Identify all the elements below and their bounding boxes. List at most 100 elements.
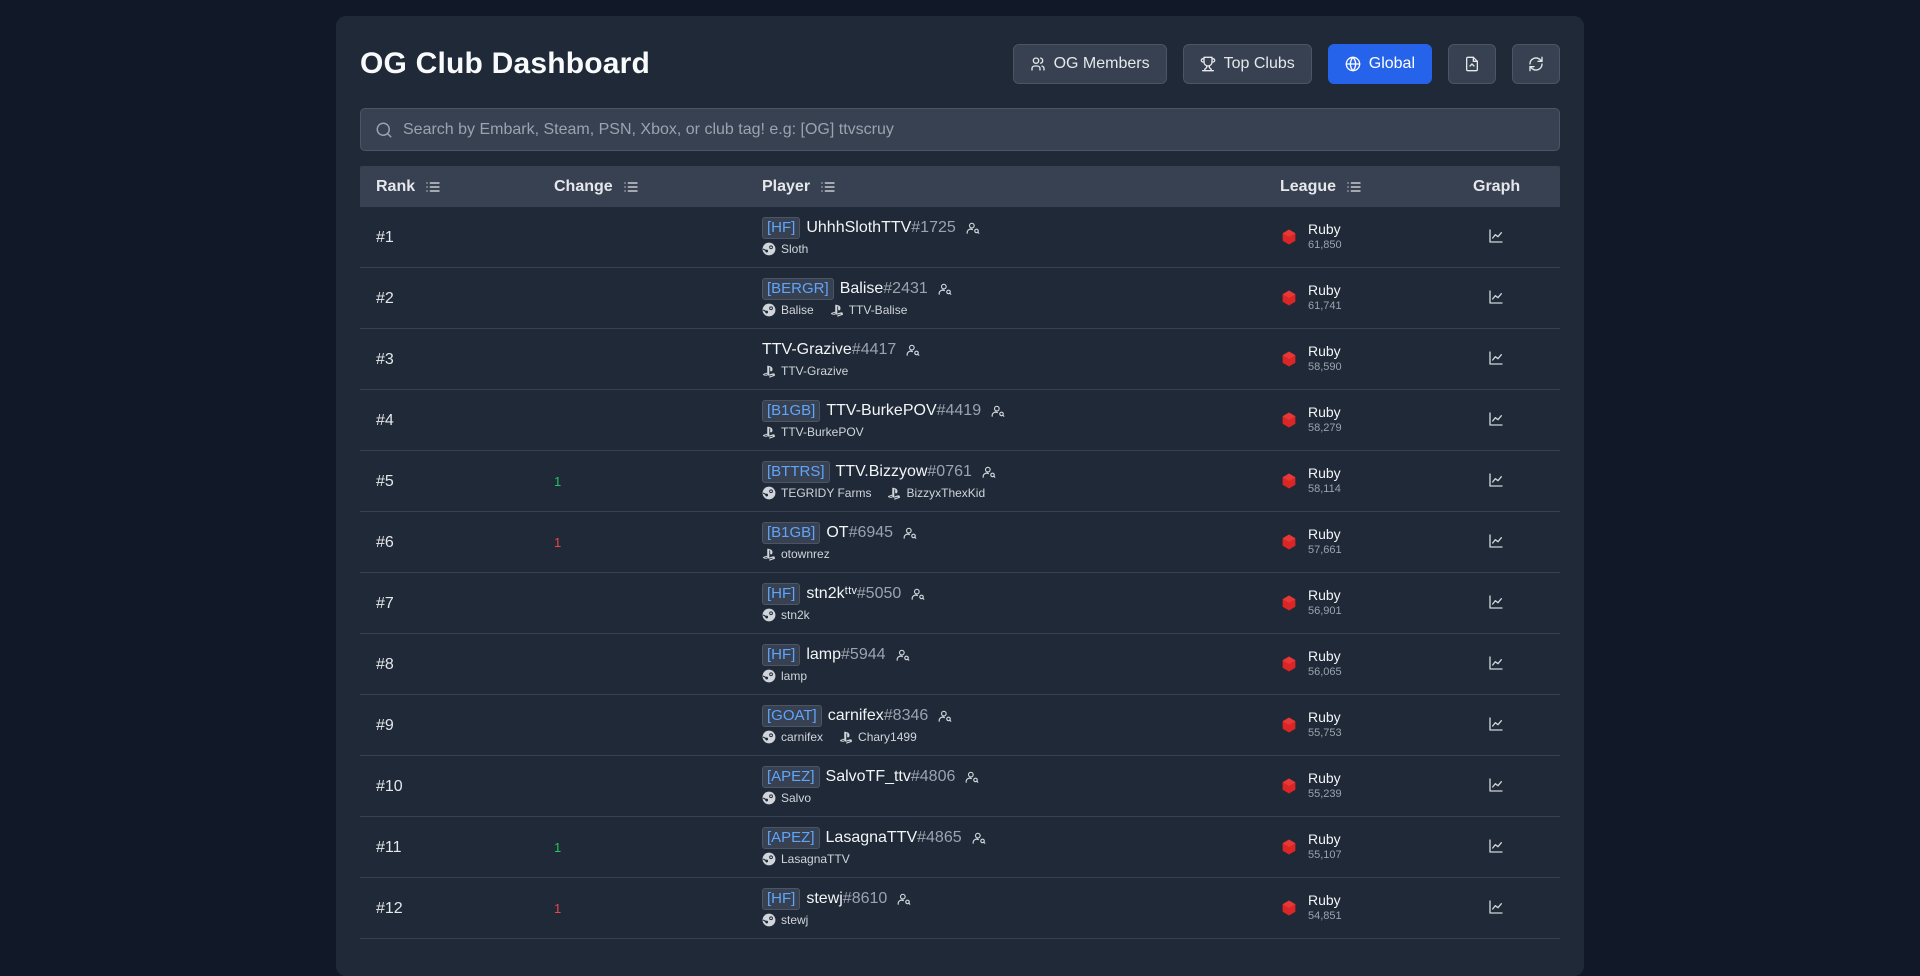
league-cell: Ruby 57,661 <box>1280 526 1342 557</box>
club-tag[interactable]: [BTTRS] <box>762 461 830 483</box>
change-column-header[interactable]: Change <box>554 178 639 196</box>
league-name: Ruby <box>1308 465 1341 481</box>
player-cell: [BERGR] Balise #2431 Balise TTV-Balise <box>762 278 952 317</box>
account-name: LasagnaTTV <box>781 852 850 866</box>
league-column-header[interactable]: League <box>1280 178 1362 196</box>
player-name-line: [B1GB] TTV-BurkePOV #4419 <box>762 400 1005 422</box>
table-row[interactable]: #6 1 [B1GB] OT #6945 otownrez Ruby 57,661 <box>360 512 1560 573</box>
player-name[interactable]: LasagnaTTV <box>826 829 918 847</box>
linked-accounts: otownrez <box>762 547 917 561</box>
player-name[interactable]: stn2kᵗᵗᵛ <box>806 585 856 603</box>
league-name: Ruby <box>1308 404 1341 420</box>
league-points: 56,065 <box>1308 666 1342 678</box>
graph-button[interactable] <box>1488 472 1504 493</box>
ruby-gem-icon <box>1282 900 1296 915</box>
player-name[interactable]: UhhhSlothTTV <box>806 219 911 237</box>
export-button[interactable] <box>1448 44 1496 84</box>
league-points: 55,753 <box>1308 727 1342 739</box>
player-name[interactable]: TTV-Grazive <box>762 341 852 359</box>
table-row[interactable]: #11 1 [APEZ] LasagnaTTV #4865 LasagnaTTV R… <box>360 817 1560 878</box>
graph-button[interactable] <box>1488 716 1504 737</box>
club-tag[interactable]: [APEZ] <box>762 827 820 849</box>
table-row[interactable]: #12 1 [HF] stewj #8610 stewj Ruby 54,851 <box>360 878 1560 939</box>
club-tag[interactable]: [HF] <box>762 644 801 666</box>
profile-icon[interactable] <box>982 465 996 479</box>
profile-icon[interactable] <box>991 404 1005 418</box>
graph-button[interactable] <box>1488 533 1504 554</box>
player-name[interactable]: Balise <box>840 280 884 298</box>
profile-icon[interactable] <box>965 770 979 784</box>
profile-icon[interactable] <box>938 709 952 723</box>
profile-icon[interactable] <box>903 526 917 540</box>
player-name[interactable]: OT <box>826 524 848 542</box>
league-info: Ruby 61,850 <box>1308 221 1342 252</box>
table-row[interactable]: #1 [HF] UhhhSlothTTV #1725 Sloth Ruby 61,8… <box>360 207 1560 268</box>
search-bar[interactable] <box>360 108 1560 151</box>
graph-button[interactable] <box>1488 350 1504 371</box>
header: OG Club Dashboard OG Members Top Clubs G… <box>360 42 1560 86</box>
club-tag[interactable]: [B1GB] <box>762 522 821 544</box>
profile-icon[interactable] <box>911 587 925 601</box>
club-tag[interactable]: [BERGR] <box>762 278 834 300</box>
graph-button[interactable] <box>1488 655 1504 676</box>
profile-icon[interactable] <box>972 831 986 845</box>
rank-cell: #8 <box>376 656 394 673</box>
table-row[interactable]: #4 [B1GB] TTV-BurkePOV #4419 TTV-BurkePOV … <box>360 390 1560 451</box>
player-name[interactable]: lamp <box>806 646 841 664</box>
club-tag[interactable]: [HF] <box>762 888 801 910</box>
graph-button[interactable] <box>1488 289 1504 310</box>
league-cell: Ruby 61,741 <box>1280 282 1342 313</box>
graph-button[interactable] <box>1488 228 1504 249</box>
club-tag[interactable]: [HF] <box>762 583 801 605</box>
club-tag[interactable]: [B1GB] <box>762 400 821 422</box>
graph-button[interactable] <box>1488 899 1504 920</box>
dashboard-panel: OG Club Dashboard OG Members Top Clubs G… <box>336 16 1584 976</box>
league-info: Ruby 55,239 <box>1308 770 1342 801</box>
global-button[interactable]: Global <box>1327 44 1432 84</box>
refresh-button[interactable] <box>1512 44 1560 84</box>
profile-icon[interactable] <box>906 343 920 357</box>
trophy-icon <box>1200 56 1215 72</box>
steam-icon <box>762 852 776 866</box>
rank-column-header[interactable]: Rank <box>376 178 441 196</box>
table-row[interactable]: #5 1 [BTTRS] TTV.Bizzyow #0761 TEGRIDY Far… <box>360 451 1560 512</box>
change-cell: 1 <box>554 840 565 855</box>
player-name[interactable]: stewj <box>806 890 842 908</box>
ruby-gem-icon <box>1282 473 1296 488</box>
player-column-header[interactable]: Player <box>762 178 836 196</box>
player-name[interactable]: TTV.Bizzyow <box>836 463 928 481</box>
player-name[interactable]: carnifex <box>828 707 884 725</box>
table-row[interactable]: #3 TTV-Grazive #4417 TTV-Grazive Ruby 58,… <box>360 329 1560 390</box>
top-clubs-button[interactable]: Top Clubs <box>1182 44 1312 84</box>
club-tag[interactable]: [APEZ] <box>762 766 820 788</box>
search-input[interactable] <box>403 120 1545 139</box>
account-name: Sloth <box>781 242 809 256</box>
club-tag[interactable]: [HF] <box>762 217 801 239</box>
profile-icon[interactable] <box>966 221 980 235</box>
og-members-button[interactable]: OG Members <box>1012 44 1167 84</box>
profile-icon[interactable] <box>938 282 952 296</box>
rank-cell: #3 <box>376 351 394 368</box>
profile-icon[interactable] <box>896 648 910 662</box>
graph-button[interactable] <box>1488 838 1504 859</box>
playstation-icon <box>839 731 853 744</box>
top-clubs-label: Top Clubs <box>1223 55 1295 72</box>
rank-cell: #12 <box>376 900 403 917</box>
table-row[interactable]: #7 [HF] stn2kᵗᵗᵛ #5050 stn2k Ruby 56,901 <box>360 573 1560 634</box>
rank-cell: #1 <box>376 229 394 246</box>
leaderboard-table: Rank Change Player League Graph #1 [HF] … <box>360 166 1560 939</box>
table-row[interactable]: #8 [HF] lamp #5944 lamp Ruby 56,065 <box>360 634 1560 695</box>
page-title: OG Club Dashboard <box>360 47 651 80</box>
table-row[interactable]: #10 [APEZ] SalvoTF_ttv #4806 Salvo Ruby 55… <box>360 756 1560 817</box>
player-name[interactable]: TTV-BurkePOV <box>826 402 936 420</box>
graph-button[interactable] <box>1488 594 1504 615</box>
graph-button[interactable] <box>1488 777 1504 798</box>
graph-button[interactable] <box>1488 411 1504 432</box>
profile-icon[interactable] <box>897 892 911 906</box>
table-row[interactable]: #2 [BERGR] Balise #2431 Balise TTV-Balise R… <box>360 268 1560 329</box>
linked-accounts: TTV-Grazive <box>762 364 920 378</box>
player-name[interactable]: SalvoTF_ttv <box>826 768 911 786</box>
club-tag[interactable]: [GOAT] <box>762 705 822 727</box>
table-row[interactable]: #9 [GOAT] carnifex #8346 carnifex Chary1499… <box>360 695 1560 756</box>
league-info: Ruby 58,279 <box>1308 404 1342 435</box>
